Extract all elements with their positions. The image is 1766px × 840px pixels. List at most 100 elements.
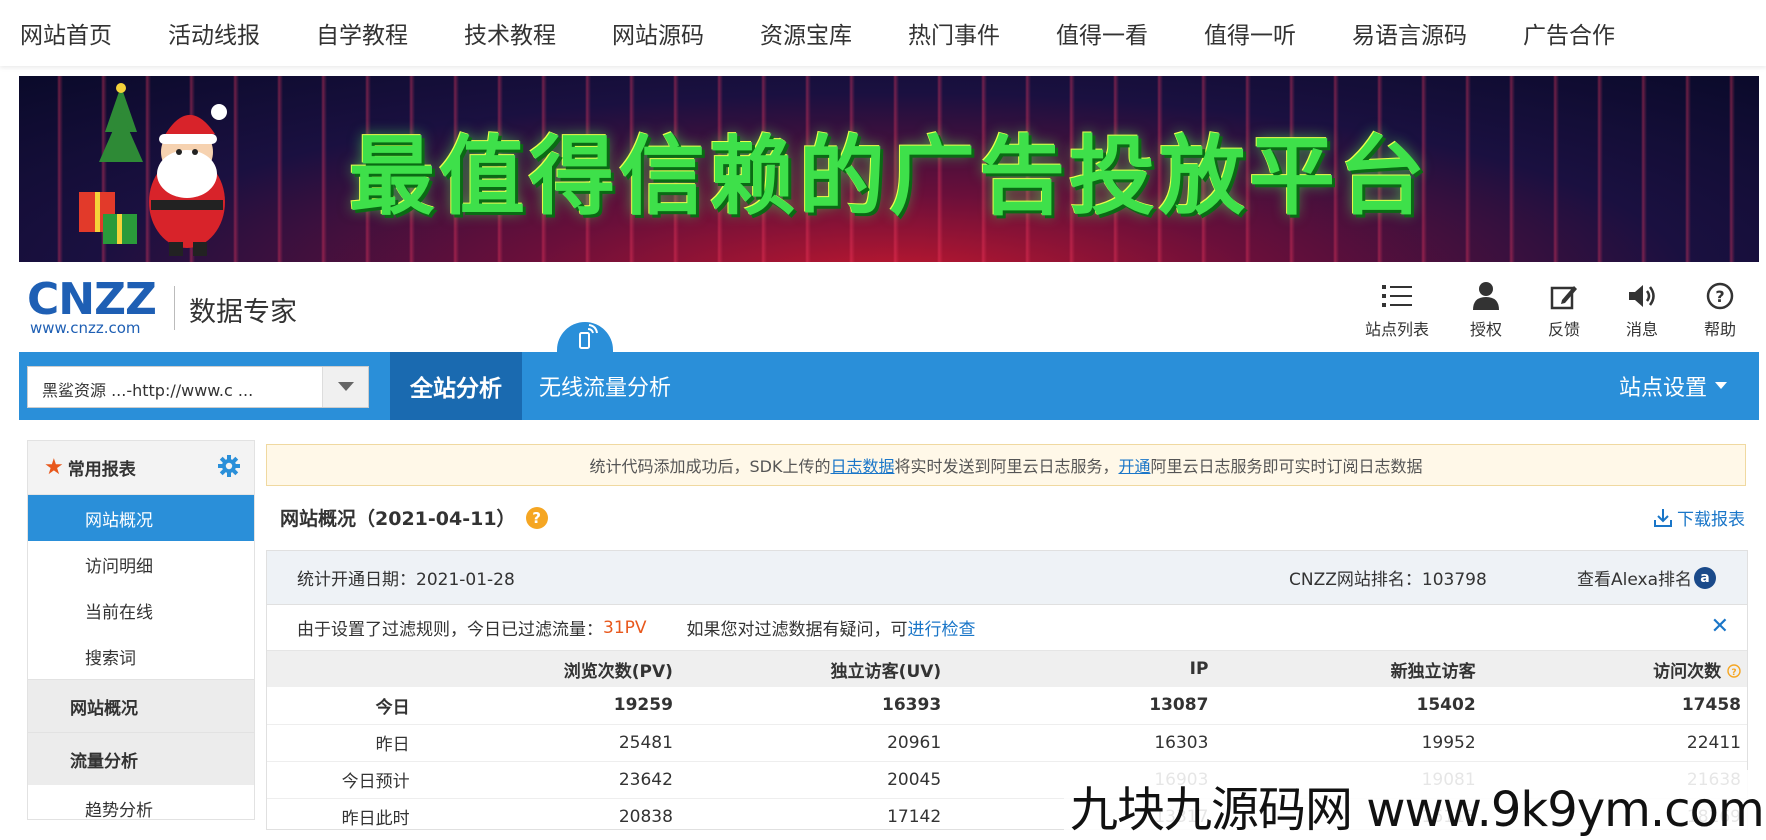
column-header-new-uv: 新独立访客 xyxy=(1208,651,1476,687)
authorize-label: 授权 xyxy=(1469,320,1502,339)
cell-new-uv: 19952 xyxy=(1208,724,1476,762)
nav-item-hot-events[interactable]: 热门事件 xyxy=(908,16,1000,50)
visits-label: 访问次数 xyxy=(1653,661,1722,682)
row-label: 昨日 xyxy=(267,724,410,762)
list-icon xyxy=(1382,285,1412,307)
nav-item-worth-seeing[interactable]: 值得一看 xyxy=(1056,16,1148,50)
tab-wireless-traffic[interactable]: 无线流量分析 xyxy=(539,352,671,420)
cell-visits: 17458 xyxy=(1475,687,1747,725)
nav-item-resources[interactable]: 资源宝库 xyxy=(760,16,852,50)
sidebar-item-trend[interactable]: 趋势分析 xyxy=(28,785,254,819)
main-tab-bar: 黑鲨资源 ...-http://www.c ... 全站分析 无线流量分析 站点… xyxy=(19,322,1759,420)
cell-visits: 22411 xyxy=(1475,724,1747,762)
svg-text:?: ? xyxy=(1715,287,1724,306)
authorize-button[interactable]: 授权 xyxy=(1447,280,1525,340)
caret-down-icon xyxy=(337,382,354,391)
row-label: 今日预计 xyxy=(267,761,410,799)
site-list-button[interactable]: 站点列表 xyxy=(1347,280,1447,340)
nav-item-ads[interactable]: 广告合作 xyxy=(1523,16,1615,50)
tab-full-site-analysis[interactable]: 全站分析 xyxy=(390,352,522,420)
column-header xyxy=(267,651,410,687)
download-report-button[interactable]: 下载报表 xyxy=(1653,505,1745,530)
sidebar-item-online-now[interactable]: 当前在线 xyxy=(28,587,254,633)
cell-pv: 23642 xyxy=(409,761,673,799)
help-icon: ? xyxy=(1706,282,1734,310)
sidebar-item-visit-detail[interactable]: 访问明细 xyxy=(28,541,254,587)
row-label: 今日 xyxy=(267,687,410,725)
help-button[interactable]: ? 帮助 xyxy=(1681,280,1759,340)
column-header-pv: 浏览次数(PV) xyxy=(409,651,673,687)
question-icon[interactable]: ? xyxy=(1727,663,1741,678)
logo-text: CNZZ xyxy=(27,274,157,325)
site-settings-dropdown[interactable]: 站点设置 xyxy=(1619,352,1727,420)
speaker-icon xyxy=(1629,285,1655,307)
nav-item-worth-listening[interactable]: 值得一听 xyxy=(1204,16,1296,50)
product-subtitle: 数据专家 xyxy=(189,297,297,328)
alexa-rank-label: 查看Alexa排名 xyxy=(1577,570,1692,590)
alexa-rank-link[interactable]: 查看Alexa排名 a xyxy=(1577,565,1716,590)
sidebar-item-search-terms[interactable]: 搜索词 xyxy=(28,633,254,679)
row-label: 昨日此时 xyxy=(267,798,410,829)
site-selector[interactable]: 黑鲨资源 ...-http://www.c ... xyxy=(27,366,369,408)
cell-uv: 20045 xyxy=(672,761,942,799)
table-row: 昨日 25481 20961 16303 19952 22411 xyxy=(267,724,1747,762)
open-date: 统计开通日期：2021-01-28 xyxy=(297,570,515,590)
filter-text-2: 如果您对过滤数据有疑问，可 xyxy=(686,620,908,640)
close-icon[interactable]: ✕ xyxy=(1711,614,1729,639)
download-report-label: 下载报表 xyxy=(1677,510,1745,530)
feedback-button[interactable]: 反馈 xyxy=(1525,280,1603,340)
logo-divider xyxy=(174,286,175,330)
question-icon[interactable]: ? xyxy=(525,506,548,529)
cnzz-header: CNZZ www.cnzz.com 数据专家 站点列表 授权 反馈 消息 ? 帮… xyxy=(19,268,1759,352)
table-header-row: 浏览次数(PV) 独立访客(UV) IP 新独立访客 访问次数 ? xyxy=(267,651,1747,687)
header-toolbar: 站点列表 授权 反馈 消息 ? 帮助 xyxy=(1347,280,1759,340)
nav-item-e-language[interactable]: 易语言源码 xyxy=(1352,16,1467,50)
messages-label: 消息 xyxy=(1625,320,1658,339)
cell-uv: 16393 xyxy=(672,687,942,725)
cell-new-uv: 15402 xyxy=(1208,687,1476,725)
ad-banner[interactable]: 最值得信赖的广告投放平台 xyxy=(19,76,1759,262)
sidebar-group-traffic[interactable]: 流量分析 xyxy=(28,732,254,785)
cell-ip: 13087 xyxy=(941,687,1209,725)
user-icon xyxy=(1473,282,1499,310)
notice-log-data-link[interactable]: 日志数据 xyxy=(830,453,894,477)
santa-illustration xyxy=(79,83,227,256)
site-watermark: 九块九源码网 www.9k9ym.com xyxy=(1064,770,1766,840)
site-settings-label: 站点设置 xyxy=(1618,376,1707,401)
svg-text:?: ? xyxy=(1731,668,1736,678)
edit-icon xyxy=(1550,286,1577,310)
top-navigation: 网站首页 活动线报 自学教程 技术教程 网站源码 资源宝库 热门事件 值得一看 … xyxy=(0,0,1766,66)
caret-down-icon xyxy=(1715,382,1727,389)
nav-item-source-code[interactable]: 网站源码 xyxy=(612,16,704,50)
messages-button[interactable]: 消息 xyxy=(1603,280,1681,340)
nav-item-home[interactable]: 网站首页 xyxy=(20,16,112,50)
feedback-label: 反馈 xyxy=(1547,320,1580,339)
banner-headline: 最值得信赖的广告投放平台 xyxy=(349,127,1429,227)
stats-info-row: 统计开通日期：2021-01-28 CNZZ网站排名：103798 查看Alex… xyxy=(267,551,1747,605)
mobile-wifi-icon xyxy=(579,324,598,349)
sdk-notice: 统计代码添加成功后，SDK上传的 日志数据 将实时发送到阿里云日志服务， 开通 … xyxy=(266,444,1746,486)
site-selector-arrow[interactable] xyxy=(322,367,368,407)
cnzz-rank: CNZZ网站排名：103798 xyxy=(1289,570,1487,590)
star-icon: ★ xyxy=(44,455,64,480)
sidebar-head-label: 常用报表 xyxy=(67,460,136,480)
cell-uv: 17142 xyxy=(672,798,942,829)
sidebar: ★ 常用报表 网站概况 访问明细 当前在线 搜索词 网站概况 流量分析 趋势分析 xyxy=(27,440,255,820)
sidebar-common-reports[interactable]: ★ 常用报表 xyxy=(28,441,254,495)
sidebar-item-overview[interactable]: 网站概况 xyxy=(28,495,254,541)
site-list-label: 站点列表 xyxy=(1364,320,1429,339)
download-icon xyxy=(1654,508,1672,527)
cnzz-logo[interactable]: CNZZ www.cnzz.com xyxy=(27,274,157,337)
notice-activate-link[interactable]: 开通 xyxy=(1118,453,1150,477)
nav-item-self-study[interactable]: 自学教程 xyxy=(316,16,408,50)
nav-item-activity[interactable]: 活动线报 xyxy=(168,16,260,50)
column-header-visits: 访问次数 ? xyxy=(1475,651,1747,687)
sidebar-group-overview[interactable]: 网站概况 xyxy=(28,679,254,732)
cell-ip: 16303 xyxy=(941,724,1209,762)
gear-icon[interactable] xyxy=(218,455,240,477)
filter-text-1: 由于设置了过滤规则，今日已过滤流量： xyxy=(297,620,603,640)
page-title: 网站概况（2021-04-11） ? xyxy=(280,504,548,531)
nav-item-tech-tutorial[interactable]: 技术教程 xyxy=(464,16,556,50)
page-title-text: 网站概况（2021-04-11） xyxy=(280,508,516,530)
check-filter-link[interactable]: 进行检查 xyxy=(908,615,976,640)
